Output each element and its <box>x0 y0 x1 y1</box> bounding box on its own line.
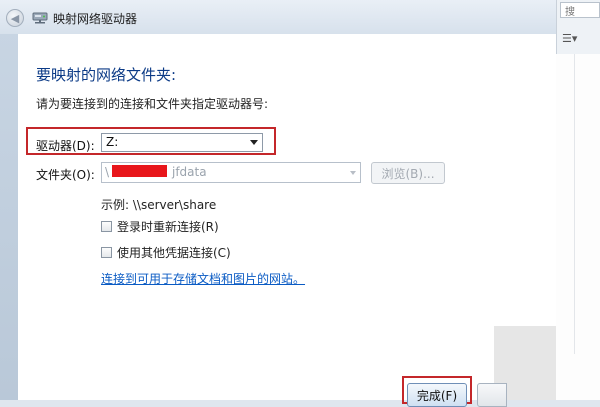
storage-website-link[interactable]: 连接到可用于存储文档和图片的网站。 <box>101 270 305 287</box>
folder-label: 文件夹(O): <box>36 168 95 182</box>
search-input[interactable]: 搜 <box>560 2 600 18</box>
back-button[interactable]: ◀ <box>6 9 24 27</box>
page-heading: 要映射的网络文件夹: <box>36 66 177 84</box>
drive-select[interactable]: Z: <box>101 133 263 152</box>
network-drive-icon <box>32 12 48 24</box>
drive-label: 驱动器(D): <box>36 139 95 153</box>
title-bar: ◀ 映射网络驱动器 <box>0 0 556 34</box>
folder-value-prefix: \ <box>105 165 110 179</box>
background-window-edge <box>0 0 18 400</box>
reconnect-checkbox[interactable] <box>101 221 112 232</box>
example-text: 示例: \\server\share <box>101 198 217 212</box>
window-title: 映射网络驱动器 <box>53 12 138 26</box>
explorer-file-list <box>556 54 600 400</box>
reconnect-label[interactable]: 登录时重新连接(R) <box>117 218 219 235</box>
column-divider <box>574 54 575 354</box>
redaction-mark <box>112 165 167 177</box>
view-options-icon[interactable]: ☰▾ <box>562 32 577 45</box>
folder-value-suffix: jfdata <box>172 165 207 179</box>
back-arrow-icon: ◀ <box>10 11 20 25</box>
credentials-checkbox[interactable] <box>101 247 112 258</box>
dialog-content <box>18 34 556 400</box>
cancel-button[interactable] <box>477 383 507 407</box>
drive-value: Z: <box>106 135 119 149</box>
instruction-text: 请为要连接到的连接和文件夹指定驱动器号: <box>36 97 269 111</box>
chevron-down-icon <box>250 140 258 145</box>
credentials-label[interactable]: 使用其他凭据连接(C) <box>117 244 231 261</box>
browse-button[interactable]: 浏览(B)... <box>371 162 445 184</box>
folder-input[interactable]: \ jfdata <box>101 162 361 183</box>
finish-button[interactable]: 完成(F) <box>407 383 467 407</box>
chevron-down-icon <box>350 171 356 175</box>
